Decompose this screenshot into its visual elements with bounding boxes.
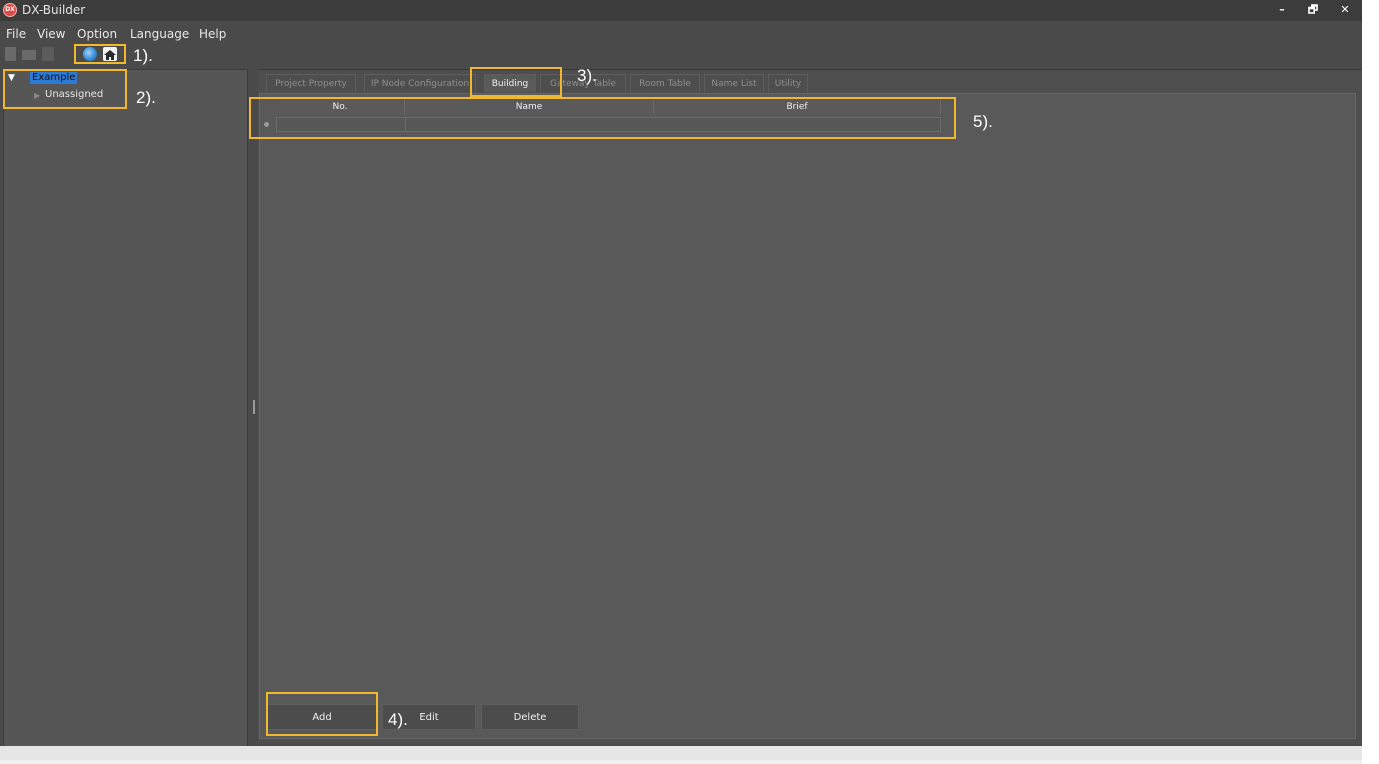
close-button[interactable]: ✕ (1333, 2, 1357, 18)
menu-file[interactable]: File (6, 25, 26, 43)
tab-utility[interactable]: Utility (768, 74, 808, 92)
project-tree-panel: ▼ Example ▶ Unassigned (3, 69, 248, 747)
menu-help[interactable]: Help (199, 25, 226, 43)
menu-file-label: File (6, 27, 27, 41)
delete-button[interactable]: Delete (481, 704, 579, 730)
status-bar-bottom (0, 760, 1362, 764)
app-logo-text: DX (5, 6, 15, 13)
highlight-box-4 (266, 692, 378, 736)
app-window: DX DX-Builder – 🗗 ✕ File View Option Lan… (0, 0, 1362, 764)
menu-option[interactable]: Option (77, 25, 117, 43)
highlight-box-2 (3, 69, 127, 109)
menu-view-label: View (37, 27, 66, 41)
annotation-5: 5). (973, 112, 993, 131)
tab-ip-node-configuration[interactable]: IP Node Configuration (364, 74, 476, 92)
tab-name-list[interactable]: Name List (704, 74, 764, 92)
highlight-box-1 (74, 44, 126, 64)
highlight-box-5 (249, 97, 956, 139)
menu-language-label: Language (130, 27, 190, 41)
splitter-handle[interactable] (253, 400, 255, 414)
menu-option-label: Option (77, 27, 118, 41)
window-title: DX-Builder (22, 3, 86, 17)
title-bar: DX DX-Builder – 🗗 ✕ (0, 0, 1362, 21)
restore-button[interactable]: 🗗 (1301, 2, 1325, 18)
building-tab-content (259, 93, 1356, 739)
new-icon[interactable] (5, 47, 16, 61)
annotation-4: 4). (388, 710, 408, 729)
annotation-2: 2). (136, 88, 156, 107)
menu-help-label: Help (199, 27, 227, 41)
annotation-3: 3). (577, 66, 597, 85)
app-logo-icon: DX (3, 3, 17, 17)
open-icon[interactable] (22, 50, 36, 60)
tab-project-property[interactable]: Project Property (266, 74, 356, 92)
menu-language[interactable]: Language (130, 25, 189, 43)
highlight-box-3 (470, 67, 562, 97)
annotation-1: 1). (133, 46, 153, 65)
tab-room-table[interactable]: Room Table (630, 74, 700, 92)
menu-view[interactable]: View (37, 25, 65, 43)
minimize-button[interactable]: – (1270, 2, 1294, 18)
status-bar (0, 746, 1362, 764)
save-icon[interactable] (42, 47, 54, 61)
